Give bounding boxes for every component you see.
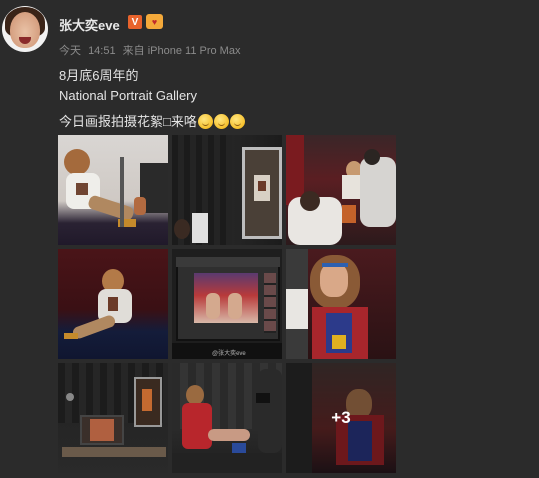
photo-watermark: @张大奕eve — [212, 351, 246, 357]
post-time[interactable]: 14:51 — [88, 45, 116, 57]
post-text-line-with-emoji: 今日画报拍摄花絮□来咯 — [59, 111, 245, 130]
more-count[interactable]: +3 — [286, 363, 396, 473]
photo-thumbnail[interactable] — [172, 363, 282, 473]
photo-thumbnail[interactable] — [172, 135, 282, 245]
photo-thumbnail[interactable] — [58, 249, 168, 359]
weibo-post: 张大奕eve V ♥ 今天 14:51 来自 iPhone 11 Pro Max… — [0, 0, 539, 478]
grin-emoji-icon — [197, 114, 213, 129]
post-text: 今日画报拍摄花絮□来咯 — [59, 114, 197, 129]
photo-thumbnail[interactable] — [58, 363, 168, 473]
post-text-line: National Portrait Gallery — [59, 88, 197, 103]
more-photos-thumbnail[interactable]: +3 — [286, 363, 396, 473]
grin-emoji-icon — [229, 114, 245, 129]
photo-thumbnail[interactable] — [286, 249, 396, 359]
photo-thumbnail[interactable]: @张大奕eve — [172, 249, 282, 359]
post-meta: 今天 14:51 来自 iPhone 11 Pro Max — [59, 42, 244, 58]
grin-emoji-icon — [213, 114, 229, 129]
avatar[interactable] — [2, 6, 48, 52]
photo-thumbnail[interactable] — [58, 135, 168, 245]
post-text-line: 8月底6周年的 — [59, 68, 139, 83]
verified-badge-icon[interactable]: V — [128, 15, 142, 29]
vip-badge-icon[interactable]: ♥ — [146, 14, 163, 29]
username[interactable]: 张大奕eve — [59, 15, 120, 34]
post-day: 今天 — [59, 45, 81, 57]
photo-thumbnail[interactable] — [286, 135, 396, 245]
image-grid: @张大奕eve +3 — [58, 135, 397, 473]
post-source: 来自 iPhone 11 Pro Max — [122, 45, 241, 57]
